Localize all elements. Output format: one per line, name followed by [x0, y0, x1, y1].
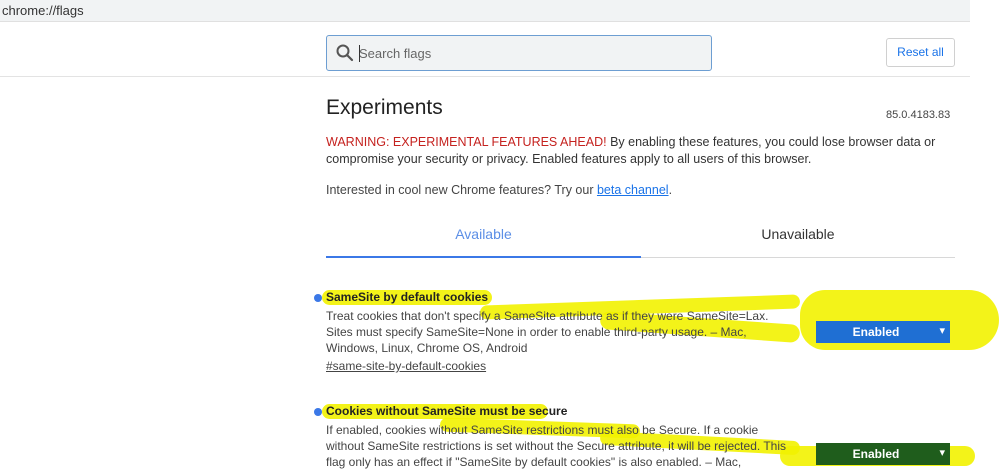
text-caret — [359, 45, 360, 62]
chevron-down-icon: ▾ — [939, 325, 945, 337]
promo-suffix: . — [668, 183, 673, 197]
address-bar[interactable]: chrome://flags — [0, 0, 970, 22]
reset-all-button[interactable]: Reset all — [886, 38, 955, 67]
address-bar-url[interactable]: chrome://flags — [2, 3, 84, 18]
chevron-down-icon: ▾ — [939, 447, 945, 459]
warning-text: WARNING: EXPERIMENTAL FEATURES AHEAD! By… — [326, 134, 946, 168]
beta-channel-promo: Interested in cool new Chrome features? … — [326, 183, 672, 197]
flag-state-select[interactable]: Enabled ▾ — [816, 443, 950, 465]
flag-description: If enabled, cookies without SameSite res… — [326, 423, 786, 473]
flag-anchor-link[interactable]: #same-site-by-default-cookies — [326, 359, 486, 373]
flag-state-value: Enabled — [852, 447, 900, 461]
flag-title: SameSite by default cookies — [326, 290, 489, 304]
flag-status-dot — [314, 294, 322, 302]
header-divider — [0, 76, 970, 77]
promo-prefix: Interested in cool new Chrome features? … — [326, 183, 597, 197]
tab-available[interactable]: Available — [326, 226, 641, 242]
flag-state-value: Enabled — [852, 325, 900, 339]
flag-state-select[interactable]: Enabled ▾ — [816, 321, 950, 343]
search-input[interactable] — [359, 43, 699, 63]
search-box[interactable] — [326, 35, 712, 71]
flag-title: Cookies without SameSite must be secure — [326, 404, 568, 418]
version-label: 85.0.4183.83 — [886, 109, 951, 121]
page-title: Experiments — [326, 96, 443, 119]
search-icon — [336, 44, 354, 62]
flag-description: Treat cookies that don't specify a SameS… — [326, 309, 769, 355]
flag-status-dot — [314, 408, 322, 416]
warning-red-text: WARNING: EXPERIMENTAL FEATURES AHEAD! — [326, 135, 607, 149]
beta-channel-link[interactable]: beta channel — [597, 183, 669, 197]
tab-active-indicator — [326, 256, 641, 258]
tab-unavailable[interactable]: Unavailable — [641, 226, 955, 242]
